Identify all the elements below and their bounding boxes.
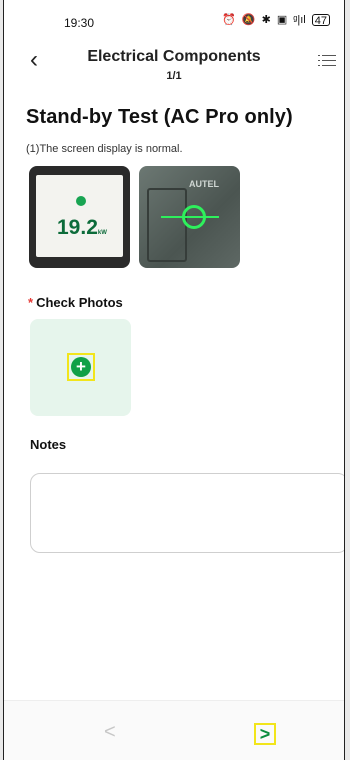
signal-icon: ᵍ|ıl (293, 14, 306, 26)
alarm-icon: ⏰ (222, 14, 236, 26)
reference-photo-2[interactable]: AUTEL (139, 166, 240, 268)
mute-icon: 🔕 (241, 14, 256, 26)
phone-screen: 19:30 ⏰ 🔕 ✱ ▣ ᵍ|ıl 47 ‹ Electrical Compo… (3, 0, 345, 760)
status-icons: ⏰ 🔕 ✱ ▣ ᵍ|ıl 47 (222, 14, 330, 27)
add-photo-highlight[interactable]: + (67, 353, 95, 381)
add-photo-tile[interactable]: + (30, 319, 131, 416)
display-value: 19.2 (57, 216, 98, 239)
header: ‹ Electrical Components 1/1 (4, 40, 344, 86)
indicator-ring-icon (182, 205, 206, 229)
check-photos-text: Check Photos (36, 295, 123, 310)
page-title: Electrical Components (87, 48, 261, 65)
bottom-navigation: < > (4, 700, 344, 760)
reference-photo-1[interactable]: 19.2kW (29, 166, 130, 268)
display-reading: 19.2kW (57, 216, 107, 240)
header-titles: Electrical Components 1/1 (4, 48, 344, 82)
battery-icon: 47 (311, 14, 330, 27)
notes-input[interactable] (30, 473, 344, 553)
brand-label: AUTEL (189, 179, 219, 189)
check-photos-label: * Check Photos (28, 295, 123, 310)
section-description: (1)The screen display is normal. (26, 143, 183, 155)
display-unit: kW (97, 230, 107, 236)
notes-label: Notes (30, 437, 67, 452)
status-time: 19:30 (64, 16, 95, 30)
page-counter: 1/1 (166, 70, 182, 82)
door-frame (147, 188, 187, 262)
required-mark: * (28, 295, 34, 310)
list-menu-icon[interactable] (318, 54, 336, 68)
bluetooth-icon: ✱ (261, 14, 271, 26)
section-title: Stand-by Test (AC Pro only) (26, 106, 293, 128)
status-bar: 19:30 ⏰ 🔕 ✱ ▣ ᵍ|ıl 47 (4, 0, 344, 36)
plus-icon[interactable]: + (71, 357, 91, 377)
previous-button[interactable]: < (104, 721, 116, 744)
nfc-icon: ▣ (276, 14, 288, 26)
charger-logo-icon (76, 196, 86, 206)
next-button[interactable]: > (254, 723, 276, 745)
